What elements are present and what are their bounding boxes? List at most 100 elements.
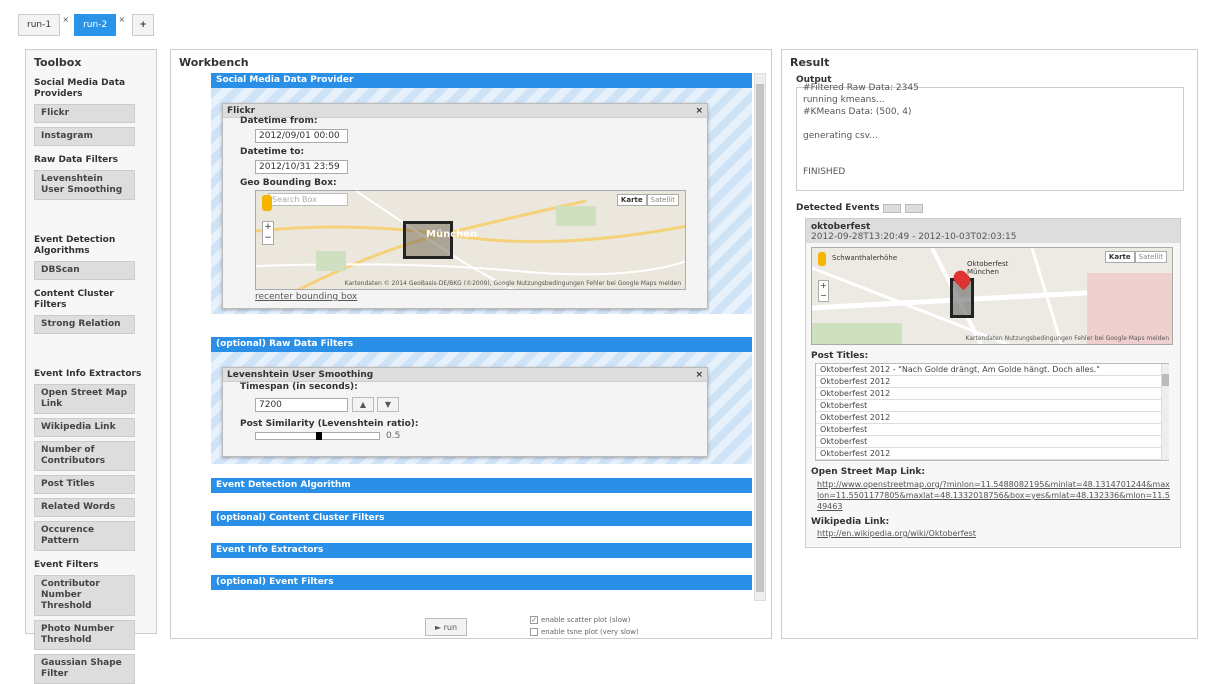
output-line: FINISHED bbox=[803, 167, 846, 177]
map-search-input[interactable]: Search Box bbox=[268, 193, 348, 206]
toolbox-item[interactable]: Strong Relation bbox=[34, 315, 135, 334]
similarity-label: Post Similarity (Levenshtein ratio): bbox=[240, 419, 419, 429]
bounding-box[interactable] bbox=[403, 221, 453, 259]
post-title-row[interactable]: Oktoberfest 2012 bbox=[816, 388, 1168, 400]
scrollbar-thumb[interactable] bbox=[756, 84, 764, 592]
map-type-satellit[interactable]: Satellit bbox=[646, 194, 679, 206]
run-button[interactable]: ► run bbox=[425, 618, 467, 636]
post-title-row[interactable]: Oktoberfest 2012 bbox=[816, 448, 1168, 460]
bar-social-media-data-provider[interactable]: Social Media Data Provider bbox=[211, 73, 752, 88]
post-titles-list[interactable]: Oktoberfest 2012 - "Nach Golde drängt, A… bbox=[815, 363, 1169, 461]
slider-handle[interactable] bbox=[315, 432, 322, 440]
levenshtein-block: Levenshtein User Smoothing × bbox=[222, 367, 708, 457]
timespan-up-button[interactable]: ▲ bbox=[352, 397, 374, 412]
result-title: Result bbox=[790, 56, 830, 69]
post-title-row[interactable]: Oktoberfest 2012 bbox=[816, 376, 1168, 388]
bar-event-filters[interactable]: (optional) Event Filters bbox=[211, 575, 752, 590]
close-icon[interactable]: × bbox=[118, 15, 125, 24]
output-line: #KMeans Data: (500, 4) bbox=[803, 107, 912, 117]
toolbox-item[interactable]: Flickr bbox=[34, 104, 135, 123]
wikipedia-link[interactable]: http://en.wikipedia.org/wiki/Oktoberfest bbox=[817, 529, 976, 538]
close-icon[interactable]: × bbox=[695, 370, 703, 380]
map-type-control: Karte Satellit bbox=[1104, 251, 1167, 263]
post-title-row[interactable]: Oktoberfest 2012 bbox=[816, 412, 1168, 424]
sort-icon[interactable] bbox=[905, 203, 924, 213]
zoom-control[interactable]: + − bbox=[262, 221, 274, 245]
toolbox-item[interactable]: Photo Number Threshold bbox=[34, 620, 135, 650]
map-type-karte[interactable]: Karte bbox=[1104, 251, 1135, 263]
scatter-plot-option[interactable]: ✓ enable scatter plot (slow) bbox=[530, 616, 630, 624]
geo-bbox-label: Geo Bounding Box: bbox=[240, 178, 337, 188]
levenshtein-title: Levenshtein User Smoothing bbox=[227, 370, 374, 380]
pegman-icon[interactable] bbox=[262, 195, 272, 211]
bar-raw-data-filters[interactable]: (optional) Raw Data Filters bbox=[211, 337, 752, 352]
flickr-title: Flickr bbox=[227, 106, 256, 116]
toolbox-section-title: Content Cluster Filters bbox=[34, 289, 114, 310]
recenter-link[interactable]: recenter bounding box bbox=[255, 292, 357, 302]
toolbox-item[interactable]: Post Titles bbox=[34, 475, 135, 494]
toolbox-item[interactable]: Levenshtein User Smoothing bbox=[34, 170, 135, 200]
bar-content-cluster-filters[interactable]: (optional) Content Cluster Filters bbox=[211, 511, 752, 526]
tab-run-1[interactable]: run-1 × bbox=[18, 14, 69, 36]
toolbox-panel: Toolbox Social Media Data Providers Flick… bbox=[25, 49, 157, 684]
timespan-down-button[interactable]: ▼ bbox=[377, 397, 399, 412]
event-map[interactable]: Schwanthalerhöhe Oktoberfest München + − … bbox=[811, 247, 1173, 345]
map-type-karte[interactable]: Karte bbox=[616, 194, 647, 206]
toolbox-section-title: Social Media Data Providers bbox=[34, 78, 126, 99]
event-name: oktoberfest bbox=[811, 222, 871, 232]
tsne-plot-option[interactable]: enable tsne plot (very slow) bbox=[530, 628, 639, 636]
close-icon[interactable]: × bbox=[62, 15, 69, 24]
scatter-checkbox[interactable]: ✓ bbox=[530, 616, 538, 624]
tab-bar: run-1 × run-2 × + bbox=[18, 14, 155, 36]
output-line: #Filtered Raw Data: 2345 bbox=[803, 83, 919, 93]
datetime-from-input[interactable]: 2012/09/01 00:00 bbox=[255, 129, 348, 143]
toolbox-item[interactable]: Gaussian Shape Filter bbox=[34, 654, 135, 684]
map-city-label: München bbox=[426, 229, 478, 240]
tab-run-2[interactable]: run-2 × bbox=[74, 14, 125, 36]
list-icon[interactable] bbox=[883, 203, 902, 213]
post-titles-label: Post Titles: bbox=[811, 351, 869, 361]
map-attribution: Kartendaten Nutzungsbedingungen Fehler b… bbox=[965, 335, 1169, 342]
toolbox-item[interactable]: Related Words bbox=[34, 498, 135, 517]
tsne-label: enable tsne plot (very slow) bbox=[541, 628, 639, 636]
tab-label: run-1 bbox=[27, 20, 52, 30]
toolbox-item[interactable]: Instagram bbox=[34, 127, 135, 146]
toolbox-item[interactable]: Wikipedia Link bbox=[34, 418, 135, 437]
toolbox-item[interactable]: DBScan bbox=[34, 261, 135, 280]
post-titles-scrollbar[interactable] bbox=[1161, 364, 1169, 460]
post-title-row[interactable]: Oktoberfest bbox=[816, 400, 1168, 412]
geo-map[interactable]: München Search Box + − Karte Satellit Kar… bbox=[255, 190, 686, 290]
close-icon[interactable]: × bbox=[695, 106, 703, 116]
post-title-row[interactable]: Oktoberfest 2012 - "Nach Golde drängt, A… bbox=[816, 364, 1168, 376]
zoom-control[interactable]: + − bbox=[818, 280, 829, 302]
similarity-value: 0.5 bbox=[386, 431, 401, 441]
map-type-control: Karte Satellit bbox=[616, 194, 679, 206]
pegman-icon[interactable] bbox=[818, 252, 826, 266]
map-place-label: Schwanthalerhöhe bbox=[832, 254, 898, 262]
toolbox-section-title: Raw Data Filters bbox=[34, 155, 119, 165]
scatter-label: enable scatter plot (slow) bbox=[541, 616, 631, 624]
tsne-checkbox[interactable] bbox=[530, 628, 538, 636]
toolbox-item[interactable]: Open Street Map Link bbox=[34, 384, 135, 414]
toolbox-item[interactable]: Occurence Pattern bbox=[34, 521, 135, 551]
add-tab-button[interactable]: + bbox=[132, 14, 155, 36]
bar-event-info-extractors[interactable]: Event Info Extractors bbox=[211, 543, 752, 558]
workbench-scrollbar[interactable] bbox=[754, 73, 766, 601]
map-type-satellit[interactable]: Satellit bbox=[1134, 251, 1167, 263]
timespan-label: Timespan (in seconds): bbox=[240, 382, 358, 392]
bar-event-detection-algorithm[interactable]: Event Detection Algorithm bbox=[211, 478, 752, 493]
post-title-row[interactable]: Oktoberfest bbox=[816, 436, 1168, 448]
workbench-title: Workbench bbox=[179, 56, 249, 69]
toolbox-item[interactable]: Contributor Number Threshold bbox=[34, 575, 135, 616]
output-line: generating csv... bbox=[803, 131, 878, 141]
output-log[interactable]: #Filtered Raw Data: 2345 running kmeans..… bbox=[796, 83, 1184, 191]
osm-link[interactable]: http://www.openstreetmap.org/?minlon=11.… bbox=[817, 479, 1172, 512]
toolbox-section-title: Event Filters bbox=[34, 560, 99, 570]
timespan-input[interactable]: 7200 bbox=[255, 398, 348, 412]
datetime-to-input[interactable]: 2012/10/31 23:59 bbox=[255, 160, 348, 174]
post-title-row[interactable]: Oktoberfest bbox=[816, 424, 1168, 436]
tab-label: run-2 bbox=[83, 20, 108, 30]
toolbox-item[interactable]: Number of Contributors bbox=[34, 441, 135, 471]
similarity-slider[interactable] bbox=[255, 432, 380, 440]
